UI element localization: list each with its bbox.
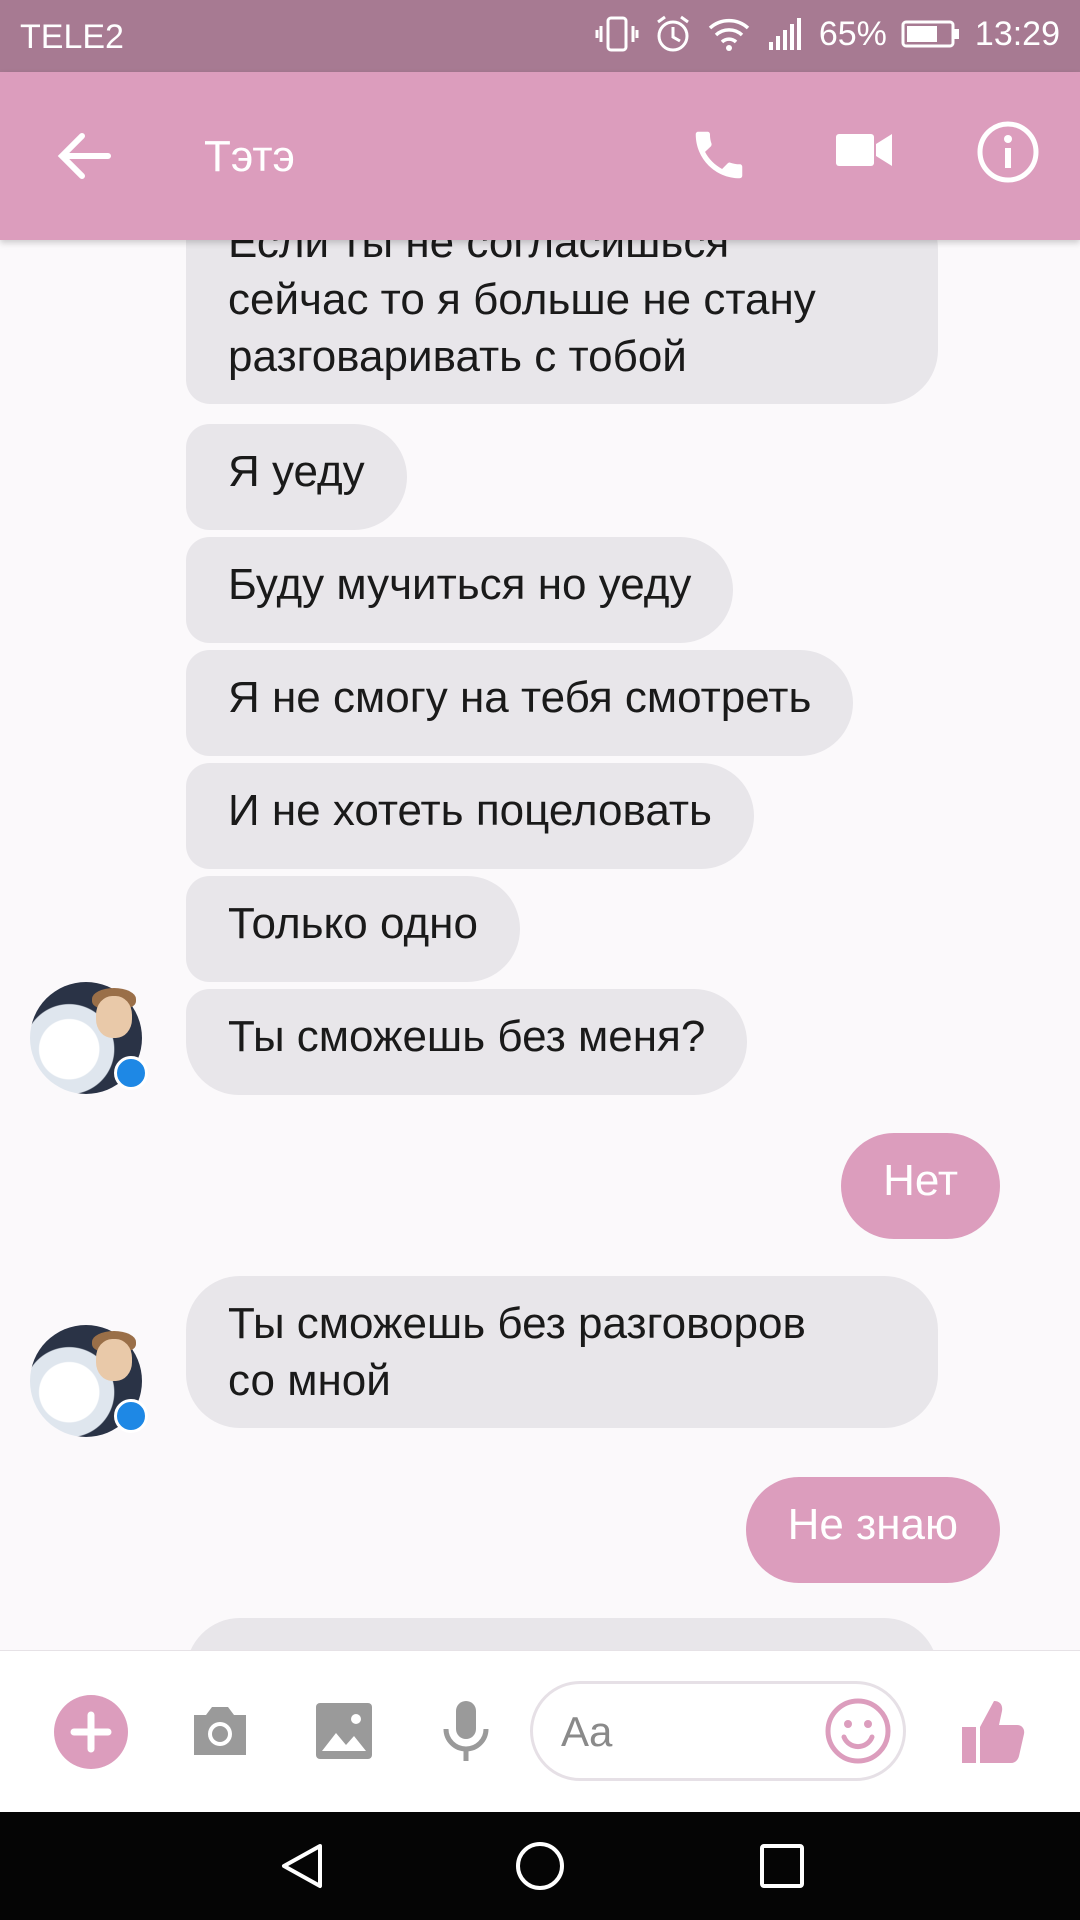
system-navigation-bar (0, 1812, 1080, 1920)
plus-icon[interactable] (54, 1695, 128, 1769)
message-bubble[interactable]: Ты сможешь без меня? (186, 989, 748, 1095)
messenger-badge-icon (114, 1399, 148, 1433)
signal-icon (768, 18, 801, 50)
video-camera-icon[interactable] (834, 128, 894, 172)
contact-avatar[interactable] (30, 982, 148, 1094)
message-bubble[interactable]: И не хотеть поцеловать (186, 763, 754, 869)
thumbs-up-icon[interactable] (958, 1695, 1026, 1767)
message-bubble[interactable]: Я уеду (186, 424, 407, 530)
messenger-badge-icon (114, 1056, 148, 1090)
message-bubble[interactable]: Только одно (186, 876, 520, 982)
message-bubble-outgoing[interactable]: Не знаю (745, 1477, 1000, 1583)
message-composer: Aa (0, 1650, 1080, 1813)
message-bubble[interactable]: Если ты не согласишься сейчас то я больш… (186, 240, 938, 404)
home-nav-icon[interactable] (514, 1840, 566, 1892)
conversation-header: Тэтэ (0, 72, 1080, 240)
message-bubble[interactable] (186, 1618, 938, 1650)
contact-avatar[interactable] (30, 1325, 148, 1437)
microphone-icon[interactable] (438, 1697, 494, 1765)
vibrate-icon (595, 16, 639, 52)
message-bubble[interactable]: Ты сможешь без разговоров со мной (186, 1276, 938, 1428)
message-bubble[interactable]: Буду мучиться но уеду (186, 537, 734, 643)
message-list[interactable]: Если ты не согласишься сейчас то я больш… (0, 240, 1080, 1650)
contact-name[interactable]: Тэтэ (204, 132, 295, 182)
battery-percent: 65% (818, 14, 887, 53)
phone-icon[interactable] (688, 124, 750, 186)
message-bubble[interactable]: Я не смогу на тебя смотреть (186, 650, 854, 756)
message-bubble-outgoing[interactable]: Нет (841, 1133, 1000, 1239)
wifi-icon (708, 18, 750, 51)
carrier-name: TELE2 (20, 18, 124, 56)
camera-icon[interactable] (188, 1701, 252, 1761)
image-icon[interactable] (314, 1701, 374, 1761)
info-icon[interactable] (976, 120, 1040, 184)
status-icons: 65% 13:29 (595, 14, 1060, 54)
back-nav-icon[interactable] (276, 1840, 328, 1892)
battery-icon (901, 20, 959, 48)
arrow-left-icon[interactable] (56, 128, 112, 184)
recents-nav-icon[interactable] (756, 1840, 808, 1892)
status-bar: TELE2 65% 13:29 (0, 0, 1080, 72)
clock: 13:29 (974, 14, 1060, 53)
emoji-icon[interactable] (824, 1697, 892, 1765)
alarm-icon (656, 15, 689, 52)
